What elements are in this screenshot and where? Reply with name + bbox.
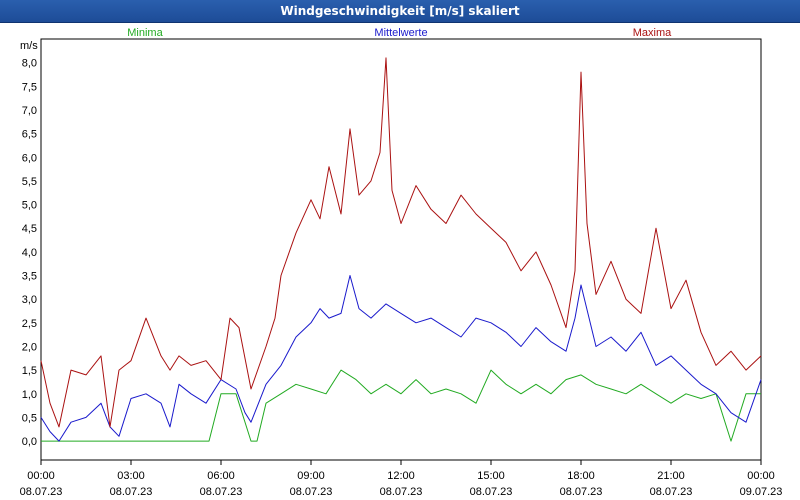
x-tick-time: 06:00 bbox=[207, 470, 235, 482]
chart-canvas: 0,0 0,5 1,0 1,5 2,0 2,5 3,0 3,5 4,0 4,5 5,0 5,5 6,0 6… bbox=[20, 27, 783, 498]
y-tick-label: 4,0 bbox=[22, 247, 37, 259]
axes bbox=[40, 38, 762, 465]
y-tick-label: 3,0 bbox=[22, 294, 37, 306]
x-tick-time: 09:00 bbox=[297, 470, 325, 482]
x-tick-date: 08.07.23 bbox=[110, 486, 153, 498]
x-tick-date: 08.07.23 bbox=[290, 486, 333, 498]
y-tick-label: 6,0 bbox=[22, 152, 37, 164]
y-tick-label: 7,5 bbox=[22, 81, 37, 93]
y-tick-label: 5,0 bbox=[22, 200, 37, 212]
x-tick-time: 21:00 bbox=[657, 470, 685, 482]
x-tick-time: 00:00 bbox=[27, 470, 55, 482]
y-axis-label: m/s bbox=[20, 40, 38, 52]
x-tick-time: 18:00 bbox=[567, 470, 595, 482]
y-tick-label: 3,5 bbox=[22, 271, 37, 283]
x-tick-date: 08.07.23 bbox=[650, 486, 693, 498]
y-tick-label: 2,5 bbox=[22, 318, 37, 330]
y-tick-label: 8,0 bbox=[22, 58, 37, 70]
x-tick-time: 03:00 bbox=[117, 470, 145, 482]
y-tick-label: 5,5 bbox=[22, 176, 37, 188]
x-tick-time: 00:00 bbox=[747, 470, 775, 482]
x-tick-date: 08.07.23 bbox=[200, 486, 243, 498]
legend-minima: Minima bbox=[127, 27, 163, 39]
x-tick-date: 08.07.23 bbox=[560, 486, 603, 498]
x-tick-time: 15:00 bbox=[477, 470, 505, 482]
y-tick-label: 6,5 bbox=[22, 129, 37, 141]
legend-maxima: Maxima bbox=[633, 27, 672, 39]
legend-mittelwerte: Mittelwerte bbox=[374, 27, 427, 39]
y-tick-label: 1,0 bbox=[22, 389, 37, 401]
y-tick-label: 7,0 bbox=[22, 105, 37, 117]
x-tick-date: 09.07.23 bbox=[740, 486, 783, 498]
y-tick-label: 0,5 bbox=[22, 412, 37, 424]
y-tick-label: 2,0 bbox=[22, 341, 37, 353]
x-tick-date: 08.07.23 bbox=[380, 486, 423, 498]
y-tick-label: 1,5 bbox=[22, 365, 37, 377]
chart-title: Windgeschwindigkeit [m/s] skaliert bbox=[0, 0, 800, 23]
y-tick-label: 0,0 bbox=[22, 436, 37, 448]
x-tick-date: 08.07.23 bbox=[20, 486, 63, 498]
plot-area bbox=[40, 38, 762, 461]
y-tick-label: 4,5 bbox=[22, 223, 37, 235]
x-tick-time: 12:00 bbox=[387, 470, 415, 482]
x-tick-date: 08.07.23 bbox=[470, 486, 513, 498]
